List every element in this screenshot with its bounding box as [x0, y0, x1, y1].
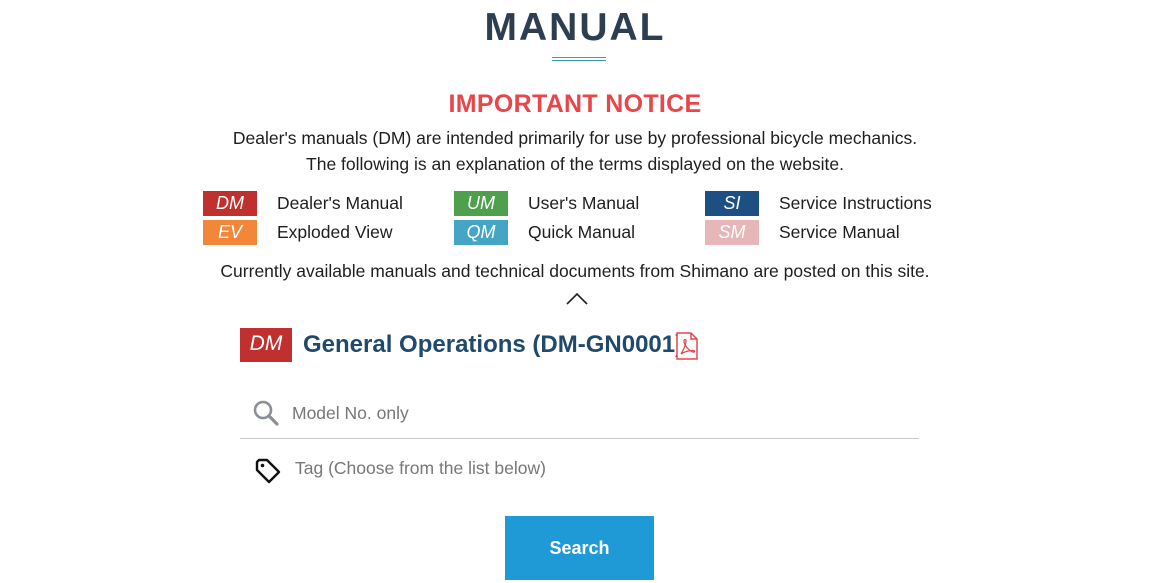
- legend-badge-qm: QM: [454, 220, 508, 245]
- page-title: MANUAL: [484, 6, 666, 49]
- pdf-icon[interactable]: [675, 332, 699, 360]
- manual-badge-dm: DM: [240, 328, 292, 362]
- notice-title: IMPORTANT NOTICE: [448, 90, 702, 118]
- legend-badge-si: SI: [705, 191, 759, 216]
- legend-badge-dm: DM: [203, 191, 257, 216]
- legend-label-ev: Exploded View: [277, 222, 393, 242]
- tag-label: Tag (Choose from the list below): [295, 458, 546, 478]
- legend-label-sm: Service Manual: [779, 222, 900, 242]
- legend-badge-um: UM: [454, 191, 508, 216]
- title-underline: [552, 57, 606, 61]
- legend-label-si: Service Instructions: [779, 193, 932, 213]
- legend-label-dm: Dealer's Manual: [277, 193, 403, 213]
- available-notice: Currently available manuals and technica…: [220, 261, 930, 281]
- search-button[interactable]: Search: [505, 516, 654, 580]
- notice-line-1: Dealer's manuals (DM) are intended prima…: [232, 128, 918, 148]
- search-icon: [253, 400, 279, 426]
- legend-label-qm: Quick Manual: [528, 222, 635, 242]
- tag-selector[interactable]: Tag (Choose from the list below): [254, 455, 854, 485]
- chevron-up-icon[interactable]: [566, 292, 588, 306]
- tag-icon: [255, 458, 281, 484]
- manual-title-link[interactable]: General Operations (DM-GN0001): [303, 331, 683, 359]
- legend-label-um: User's Manual: [528, 193, 640, 213]
- model-number-input[interactable]: [290, 398, 904, 428]
- notice-line-2: The following is an explanation of the t…: [306, 154, 844, 174]
- search-field: [240, 392, 919, 439]
- legend-badge-ev: EV: [203, 220, 257, 245]
- legend-badge-sm: SM: [705, 220, 759, 245]
